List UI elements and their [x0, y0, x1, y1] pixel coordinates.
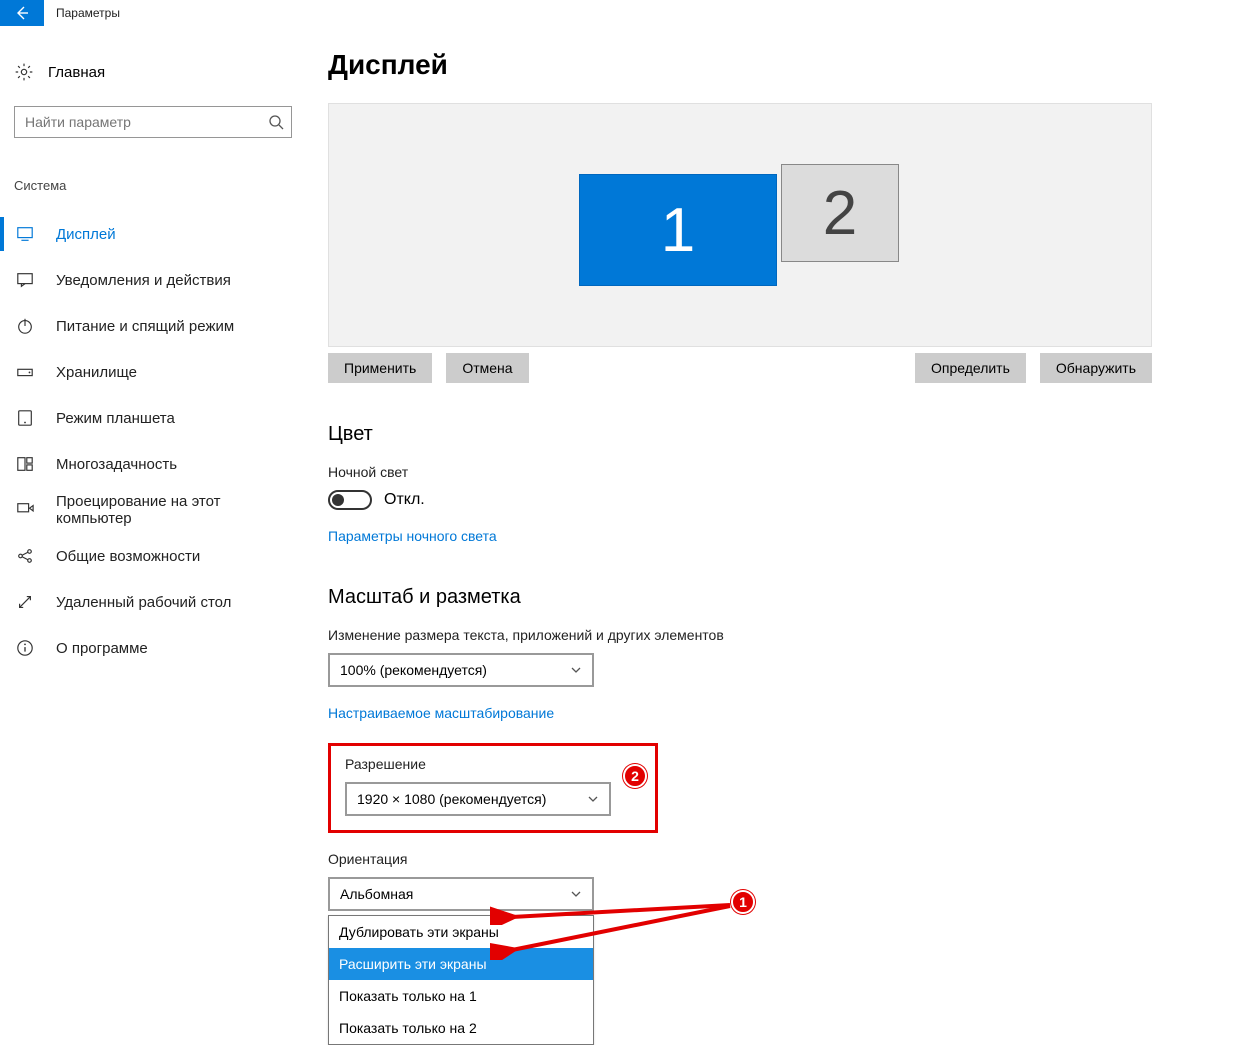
- search-icon: [268, 114, 284, 130]
- info-icon: [16, 639, 34, 657]
- nav-label: Дисплей: [56, 226, 116, 243]
- chat-icon: [16, 271, 34, 289]
- dropdown-option-duplicate[interactable]: Дублировать эти экраны: [329, 916, 593, 948]
- nav-item-projection[interactable]: Проецирование на этот компьютер: [14, 487, 296, 533]
- arrow-left-icon: [14, 5, 30, 21]
- annotation-callout-1: 1: [731, 890, 755, 914]
- multitask-icon: [16, 455, 34, 473]
- monitor-2[interactable]: 2: [781, 164, 899, 262]
- titlebar: Параметры: [0, 0, 1248, 26]
- color-heading: Цвет: [328, 423, 1166, 446]
- orientation-select[interactable]: Альбомная: [328, 877, 594, 911]
- text-size-label: Изменение размера текста, приложений и д…: [328, 627, 1166, 643]
- annotation-frame-2: Разрешение 1920 × 1080 (рекомендуется) 2: [328, 743, 658, 833]
- chevron-down-icon: [570, 888, 582, 900]
- home-link[interactable]: Главная: [14, 56, 296, 96]
- titlebar-text: Параметры: [56, 6, 120, 20]
- identify-button[interactable]: Определить: [915, 353, 1026, 383]
- home-label: Главная: [48, 64, 105, 81]
- nav-label: Общие возможности: [56, 548, 200, 565]
- resolution-label: Разрешение: [345, 756, 641, 772]
- dropdown-option-show2[interactable]: Показать только на 2: [329, 1012, 593, 1044]
- display-arrangement[interactable]: 2 1: [328, 103, 1152, 347]
- resolution-value: 1920 × 1080 (рекомендуется): [357, 791, 546, 807]
- nav-item-tablet[interactable]: Режим планшета: [14, 395, 296, 441]
- scale-heading: Масштаб и разметка: [328, 586, 1166, 609]
- night-light-settings-link[interactable]: Параметры ночного света: [328, 528, 497, 544]
- annotation-callout-2: 2: [623, 764, 647, 788]
- monitor-1[interactable]: 1: [579, 174, 777, 286]
- nav-item-about[interactable]: О программе: [14, 625, 296, 671]
- cancel-button[interactable]: Отмена: [446, 353, 528, 383]
- nav-item-shared[interactable]: Общие возможности: [14, 533, 296, 579]
- dropdown-option-extend[interactable]: Расширить эти экраны: [329, 948, 593, 980]
- drive-icon: [16, 363, 34, 381]
- multi-display-dropdown: Дублировать эти экраны Расширить эти экр…: [328, 915, 594, 1045]
- detect-button[interactable]: Обнаружить: [1040, 353, 1152, 383]
- orientation-value: Альбомная: [340, 886, 413, 902]
- toggle-state-text: Откл.: [384, 491, 425, 509]
- nav-label: Хранилище: [56, 364, 137, 381]
- nav-item-power[interactable]: Питание и спящий режим: [14, 303, 296, 349]
- sidebar: Главная Система Дисплей Уведомления и де…: [0, 26, 310, 1045]
- nav-label: О программе: [56, 640, 148, 657]
- resolution-select[interactable]: 1920 × 1080 (рекомендуется): [345, 782, 611, 816]
- orientation-label: Ориентация: [328, 851, 1166, 867]
- nav-label: Многозадачность: [56, 456, 177, 473]
- project-icon: [16, 501, 34, 519]
- nav-label: Проецирование на этот компьютер: [56, 493, 296, 527]
- nav-label: Удаленный рабочий стол: [56, 594, 231, 611]
- tablet-icon: [16, 409, 34, 427]
- main-content: Дисплей 2 1 Применить Отмена Определить …: [310, 26, 1248, 1045]
- nav-item-display[interactable]: Дисплей: [14, 211, 296, 257]
- search-input[interactable]: [14, 106, 292, 138]
- power-icon: [16, 317, 34, 335]
- night-light-toggle[interactable]: [328, 490, 372, 510]
- nav-label: Питание и спящий режим: [56, 318, 234, 335]
- chevron-down-icon: [587, 793, 599, 805]
- nav-item-remote[interactable]: Удаленный рабочий стол: [14, 579, 296, 625]
- nav-label: Режим планшета: [56, 410, 175, 427]
- nav-item-notifications[interactable]: Уведомления и действия: [14, 257, 296, 303]
- nav-item-multitask[interactable]: Многозадачность: [14, 441, 296, 487]
- monitor-icon: [16, 225, 34, 243]
- remote-icon: [16, 593, 34, 611]
- text-size-select[interactable]: 100% (рекомендуется): [328, 653, 594, 687]
- apply-button[interactable]: Применить: [328, 353, 432, 383]
- custom-scaling-link[interactable]: Настраиваемое масштабирование: [328, 705, 554, 721]
- gear-icon: [14, 62, 34, 82]
- nav-label: Уведомления и действия: [56, 272, 231, 289]
- share-icon: [16, 547, 34, 565]
- night-light-label: Ночной свет: [328, 464, 1166, 480]
- back-button[interactable]: [0, 0, 44, 26]
- category-label: Система: [14, 178, 296, 193]
- nav-list: Дисплей Уведомления и действия Питание и…: [14, 211, 296, 671]
- text-size-value: 100% (рекомендуется): [340, 662, 487, 678]
- nav-item-storage[interactable]: Хранилище: [14, 349, 296, 395]
- display-buttons: Применить Отмена Определить Обнаружить: [328, 353, 1152, 383]
- chevron-down-icon: [570, 664, 582, 676]
- page-title: Дисплей: [328, 49, 1166, 81]
- dropdown-option-show1[interactable]: Показать только на 1: [329, 980, 593, 1012]
